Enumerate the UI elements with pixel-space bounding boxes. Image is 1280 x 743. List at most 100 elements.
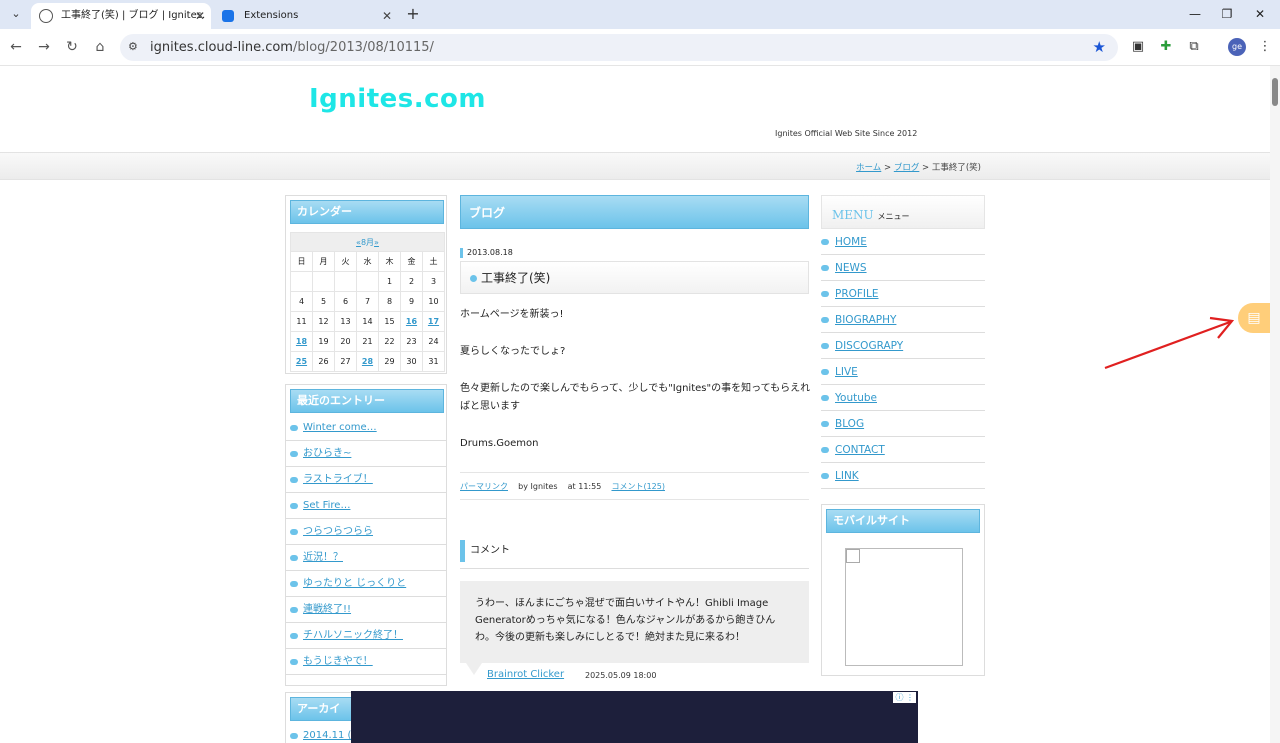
post-meta: パーマリンク by Ignites at 11:55 コメント(125): [460, 472, 809, 500]
extension-add-icon[interactable]: ✚: [1157, 38, 1175, 56]
menu-item-home[interactable]: HOME: [821, 229, 985, 255]
post-body: ホームページを新装っ! 夏らしくなったでしょ? 色々更新したので楽しんでもらって、少…: [460, 306, 812, 472]
calendar-weekday: 土: [422, 251, 445, 272]
menu-item-link[interactable]: LINK: [821, 463, 985, 489]
bullet-icon: [290, 607, 298, 613]
close-window-icon[interactable]: ✕: [1250, 4, 1270, 24]
calendar-day: 21: [356, 331, 379, 352]
recent-entry-item[interactable]: チハルソニック終了！: [286, 623, 446, 649]
browser-toolbar: ← → ↻ ⌂ ⚙ ignites.cloud-line.com/blog/20…: [0, 29, 1280, 66]
breadcrumb-band: ホーム > ブログ > 工事終了(笑): [0, 152, 1270, 180]
menu-item-biography[interactable]: BIOGRAPHY: [821, 307, 985, 333]
calendar-day: 26: [312, 351, 335, 372]
recent-entry-item[interactable]: おひらき~: [286, 441, 446, 467]
calendar-day[interactable]: 25: [290, 351, 313, 372]
breadcrumb-current: 工事終了(笑): [931, 163, 981, 173]
calendar-table: «8月» 日月火水木金土 1 2 3 4 5 6 7 8 9 10 11 12 13 14 15 16 17 18 1…: [290, 232, 445, 372]
recent-entry-item[interactable]: 連戦終了!!: [286, 597, 446, 623]
recent-entry-item[interactable]: ゆったりと じっくりと: [286, 571, 446, 597]
extension-icon[interactable]: ▣: [1129, 38, 1147, 56]
tab-title: 工事終了(笑) | ブログ | Ignites.: [61, 10, 206, 21]
extensions-puzzle-icon[interactable]: ⧉: [1185, 38, 1203, 56]
recent-entry-item[interactable]: Set Fire…: [286, 493, 446, 519]
calendar-day: 7: [356, 291, 379, 312]
back-icon[interactable]: ←: [6, 37, 26, 57]
calendar-day[interactable]: 18: [290, 331, 313, 352]
tab-active[interactable]: 工事終了(笑) | ブログ | Ignites. ✕: [31, 3, 211, 29]
menu-item-contact[interactable]: CONTACT: [821, 437, 985, 463]
tab-title: Extensions: [244, 10, 299, 21]
ad-info-icon[interactable]: ⓘ ⋮: [893, 692, 916, 703]
comments-count-link[interactable]: コメント(125): [611, 482, 665, 491]
site-logo[interactable]: Ignites.com: [309, 84, 486, 114]
scroll-thumb[interactable]: [1272, 78, 1278, 106]
site-info-icon[interactable]: ⚙: [128, 40, 138, 53]
ad-banner[interactable]: ⓘ ⋮: [351, 691, 918, 743]
bullet-icon: [821, 369, 829, 375]
address-bar[interactable]: ⚙ ignites.cloud-line.com/blog/2013/08/10…: [120, 34, 1118, 61]
breadcrumb-home-link[interactable]: ホーム: [856, 163, 881, 173]
calendar-day: [290, 271, 313, 292]
calendar-day[interactable]: 16: [400, 311, 423, 332]
calendar-day: 19: [312, 331, 335, 352]
bullet-icon: [290, 503, 298, 509]
profile-avatar[interactable]: ge: [1228, 38, 1246, 56]
recent-entry-item[interactable]: もうじきやで！: [286, 649, 446, 675]
close-tab-icon[interactable]: ✕: [195, 3, 205, 29]
chat-icon[interactable]: ▤: [1238, 303, 1270, 333]
post-paragraph: ホームページを新装っ!: [460, 309, 564, 320]
calendar-day[interactable]: 17: [422, 311, 445, 332]
recent-entry-item[interactable]: ラストライブ！: [286, 467, 446, 493]
tab-extensions[interactable]: Extensions ✕: [214, 3, 398, 29]
breadcrumb: ホーム > ブログ > 工事終了(笑): [856, 163, 981, 173]
calendar-day: 30: [400, 351, 423, 372]
bullet-icon: [290, 733, 298, 739]
browser-menu-icon[interactable]: ⋮: [1256, 38, 1274, 56]
bullet-icon: [821, 239, 829, 245]
puzzle-icon: [222, 10, 234, 22]
bullet-icon: [821, 421, 829, 427]
calendar-weekday: 火: [334, 251, 357, 272]
close-tab-icon[interactable]: ✕: [382, 3, 392, 29]
menu-item-live[interactable]: LIVE: [821, 359, 985, 385]
post-paragraph: 色々更新したので楽しんでもらって、少しでも"Ignites"の事を知ってもらえれ…: [460, 383, 811, 412]
bookmark-star-icon[interactable]: ★: [1093, 38, 1106, 56]
calendar-weekday: 木: [378, 251, 401, 272]
comment-author-link[interactable]: Brainrot Clicker: [487, 669, 564, 680]
home-icon[interactable]: ⌂: [90, 37, 110, 57]
calendar-day[interactable]: 28: [356, 351, 379, 372]
menu-item-blog[interactable]: BLOG: [821, 411, 985, 437]
mobile-site-heading: モバイルサイト: [826, 509, 980, 533]
calendar-day: 22: [378, 331, 401, 352]
recent-entry-item[interactable]: 近況！？: [286, 545, 446, 571]
calendar-next-link[interactable]: »: [374, 238, 379, 247]
permalink-link[interactable]: パーマリンク: [460, 482, 508, 491]
minimize-icon[interactable]: —: [1185, 4, 1205, 24]
title-dot-icon: [470, 275, 477, 282]
breadcrumb-blog-link[interactable]: ブログ: [894, 163, 920, 173]
reload-icon[interactable]: ↻: [62, 37, 82, 57]
bullet-icon: [290, 529, 298, 535]
calendar-day: 12: [312, 311, 335, 332]
new-tab-button[interactable]: +: [403, 3, 423, 25]
url-text[interactable]: ignites.cloud-line.com/blog/2013/08/1011…: [150, 34, 434, 61]
site-tagline: Ignites Official Web Site Since 2012: [775, 129, 918, 138]
recent-entry-item[interactable]: Winter come…: [286, 415, 446, 441]
qr-code-image[interactable]: [845, 548, 963, 666]
bullet-icon: [290, 633, 298, 639]
calendar-day: 23: [400, 331, 423, 352]
forward-icon[interactable]: →: [34, 37, 54, 57]
menu-item-youtube[interactable]: Youtube: [821, 385, 985, 411]
menu-item-news[interactable]: NEWS: [821, 255, 985, 281]
web-page: Ignites.com Ignites Official Web Site Si…: [0, 66, 1270, 743]
menu-item-discograpy[interactable]: DISCOGRAPY: [821, 333, 985, 359]
recent-entry-item[interactable]: つらつらつらら: [286, 519, 446, 545]
tab-search-icon[interactable]: ⌄: [6, 4, 26, 24]
post-paragraph: Drums.Goemon: [460, 438, 539, 449]
bullet-icon: [290, 477, 298, 483]
mobile-site-box: モバイルサイト: [821, 504, 985, 676]
restore-icon[interactable]: ❐: [1217, 4, 1237, 24]
page-scrollbar[interactable]: [1270, 66, 1280, 743]
calendar-day: 3: [422, 271, 445, 292]
menu-item-profile[interactable]: PROFILE: [821, 281, 985, 307]
